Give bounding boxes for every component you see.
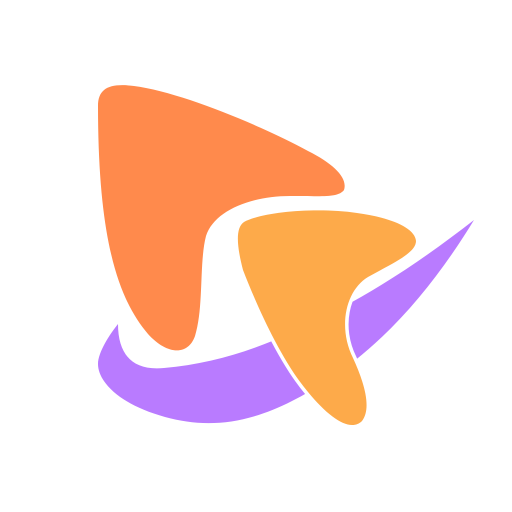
abstract-play-swoosh-logo-icon [98, 85, 474, 429]
app-logo [0, 0, 512, 512]
